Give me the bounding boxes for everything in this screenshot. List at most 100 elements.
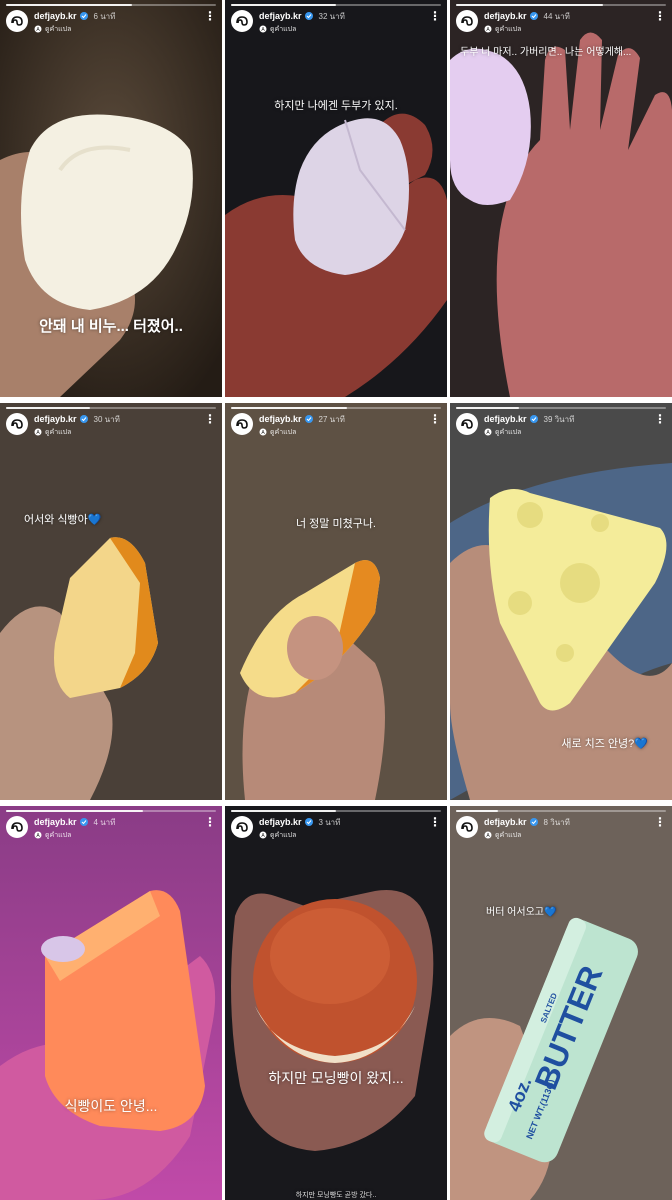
progress-bar (6, 4, 216, 6)
story-8-photo (225, 806, 447, 1200)
story-8[interactable]: defjayb.kr 3 นาที A ดูคำแปล ⋮ 하지만 모닝빵이 왔… (225, 806, 447, 1200)
more-icon[interactable]: ⋮ (429, 10, 441, 22)
username[interactable]: defjayb.kr (484, 817, 527, 827)
story-header: defjayb.kr 32 นาที A ดูคำแปล ⋮ (231, 10, 441, 36)
avatar[interactable] (6, 816, 28, 838)
avatar[interactable] (456, 816, 478, 838)
verified-icon (79, 415, 88, 423)
story-header: defjayb.kr 3 นาที A ดูคำแปล ⋮ (231, 816, 441, 842)
story-header: defjayb.kr 27 นาที A ดูคำแปล ⋮ (231, 413, 441, 439)
story-9-photo: BUTTER SALTED 4oz. NET WT.(113G) (450, 806, 672, 1200)
translate-link[interactable]: ดูคำแปล (495, 830, 521, 841)
story-header: defjayb.kr 39 วินาที A ดูคำแปล ⋮ (456, 413, 666, 439)
avatar[interactable] (6, 413, 28, 435)
avatar[interactable] (231, 10, 253, 32)
logo-icon (11, 419, 23, 429)
story-caption: 하지만 나에겐 두부가 있지. (274, 100, 398, 112)
translate-link[interactable]: ดูคำแปล (45, 24, 71, 35)
story-7[interactable]: defjayb.kr 4 นาที A ดูคำแปล ⋮ 식빵이도 안녕... (0, 806, 222, 1200)
story-caption: 새로 치즈 안녕?💙 (561, 738, 648, 750)
story-subcaption: 하지만 모닝빵도 곧방 갔다.. (295, 1192, 377, 1199)
username[interactable]: defjayb.kr (34, 414, 77, 424)
more-icon[interactable]: ⋮ (204, 10, 216, 22)
progress-bar (456, 4, 666, 6)
avatar[interactable] (231, 413, 253, 435)
timestamp: 6 นาที (93, 11, 116, 21)
avatar[interactable] (456, 10, 478, 32)
story-header: defjayb.kr 8 วินาที A ดูคำแปล ⋮ (456, 816, 666, 842)
progress-bar (231, 407, 441, 409)
more-icon[interactable]: ⋮ (654, 413, 666, 425)
logo-icon (461, 419, 473, 429)
story-4-photo (0, 403, 222, 800)
progress-bar (6, 810, 216, 812)
more-icon[interactable]: ⋮ (204, 413, 216, 425)
more-icon[interactable]: ⋮ (429, 413, 441, 425)
timestamp: 8 วินาที (543, 817, 570, 827)
translate-link[interactable]: ดูคำแปล (270, 24, 296, 35)
more-icon[interactable]: ⋮ (654, 816, 666, 828)
logo-icon (461, 16, 473, 26)
translate-icon: A (259, 831, 267, 839)
story-caption: 어서와 식빵아💙 (24, 514, 102, 526)
logo-icon (11, 16, 23, 26)
avatar[interactable] (231, 816, 253, 838)
story-1[interactable]: defjayb.kr 6 นาที A ดูคำแปล ⋮ 안돼 내 비누...… (0, 0, 222, 397)
story-header: defjayb.kr 30 นาที A ดูคำแปล ⋮ (6, 413, 216, 439)
logo-icon (11, 822, 23, 832)
translate-link[interactable]: ดูคำแปล (45, 830, 71, 841)
story-caption: 식빵이도 안녕... (64, 1098, 158, 1114)
verified-icon (304, 818, 313, 826)
timestamp: 44 นาที (543, 11, 570, 21)
story-caption: 두부 너 마저.. 가버리면.. 나는 어떻게해... (460, 47, 632, 58)
story-caption: 버터 어서오고💙 (486, 907, 557, 918)
more-icon[interactable]: ⋮ (204, 816, 216, 828)
story-4[interactable]: defjayb.kr 30 นาที A ดูคำแปล ⋮ 어서와 식빵아💙 (0, 403, 222, 800)
translate-icon: A (484, 831, 492, 839)
story-caption: 안돼 내 비누... 터졌어.. (39, 318, 183, 335)
verified-icon (304, 415, 313, 423)
avatar[interactable] (6, 10, 28, 32)
progress-bar (456, 810, 666, 812)
username[interactable]: defjayb.kr (484, 414, 527, 424)
translate-icon: A (484, 25, 492, 33)
username[interactable]: defjayb.kr (259, 817, 302, 827)
username[interactable]: defjayb.kr (259, 11, 302, 21)
translate-icon: A (34, 831, 42, 839)
story-header: defjayb.kr 4 นาที A ดูคำแปล ⋮ (6, 816, 216, 842)
username[interactable]: defjayb.kr (34, 817, 77, 827)
story-2[interactable]: defjayb.kr 32 นาที A ดูคำแปล ⋮ 하지만 나에겐 두… (225, 0, 447, 397)
story-header: defjayb.kr 44 นาที A ดูคำแปล ⋮ (456, 10, 666, 36)
more-icon[interactable]: ⋮ (654, 10, 666, 22)
story-5[interactable]: defjayb.kr 27 นาที A ดูคำแปล ⋮ 너 정말 미쳤구나… (225, 403, 447, 800)
username[interactable]: defjayb.kr (484, 11, 527, 21)
translate-link[interactable]: ดูคำแปล (495, 427, 521, 438)
more-icon[interactable]: ⋮ (429, 816, 441, 828)
avatar[interactable] (456, 413, 478, 435)
translate-link[interactable]: ดูคำแปล (270, 427, 296, 438)
progress-bar (231, 4, 441, 6)
translate-icon: A (259, 25, 267, 33)
translate-icon: A (484, 428, 492, 436)
story-caption: 하지만 모닝빵이 왔지... (268, 1070, 404, 1086)
verified-icon (529, 818, 538, 826)
translate-icon: A (34, 428, 42, 436)
logo-icon (236, 419, 248, 429)
progress-bar (231, 810, 441, 812)
translate-link[interactable]: ดูคำแปล (495, 24, 521, 35)
story-3[interactable]: defjayb.kr 44 นาที A ดูคำแปล ⋮ 두부 너 마저..… (450, 0, 672, 397)
logo-icon (236, 16, 248, 26)
timestamp: 30 นาที (93, 414, 120, 424)
timestamp: 4 นาที (93, 817, 116, 827)
logo-icon (236, 822, 248, 832)
story-caption: 너 정말 미쳤구나. (295, 518, 376, 530)
story-3-photo (450, 0, 672, 397)
translate-link[interactable]: ดูคำแปล (270, 830, 296, 841)
username[interactable]: defjayb.kr (34, 11, 77, 21)
username[interactable]: defjayb.kr (259, 414, 302, 424)
translate-link[interactable]: ดูคำแปล (45, 427, 71, 438)
story-6[interactable]: defjayb.kr 39 วินาที A ดูคำแปล ⋮ 새로 치즈 안… (450, 403, 672, 800)
story-9[interactable]: BUTTER SALTED 4oz. NET WT.(113G) defjayb… (450, 806, 672, 1200)
story-1-photo (0, 0, 222, 397)
verified-icon (529, 415, 538, 423)
